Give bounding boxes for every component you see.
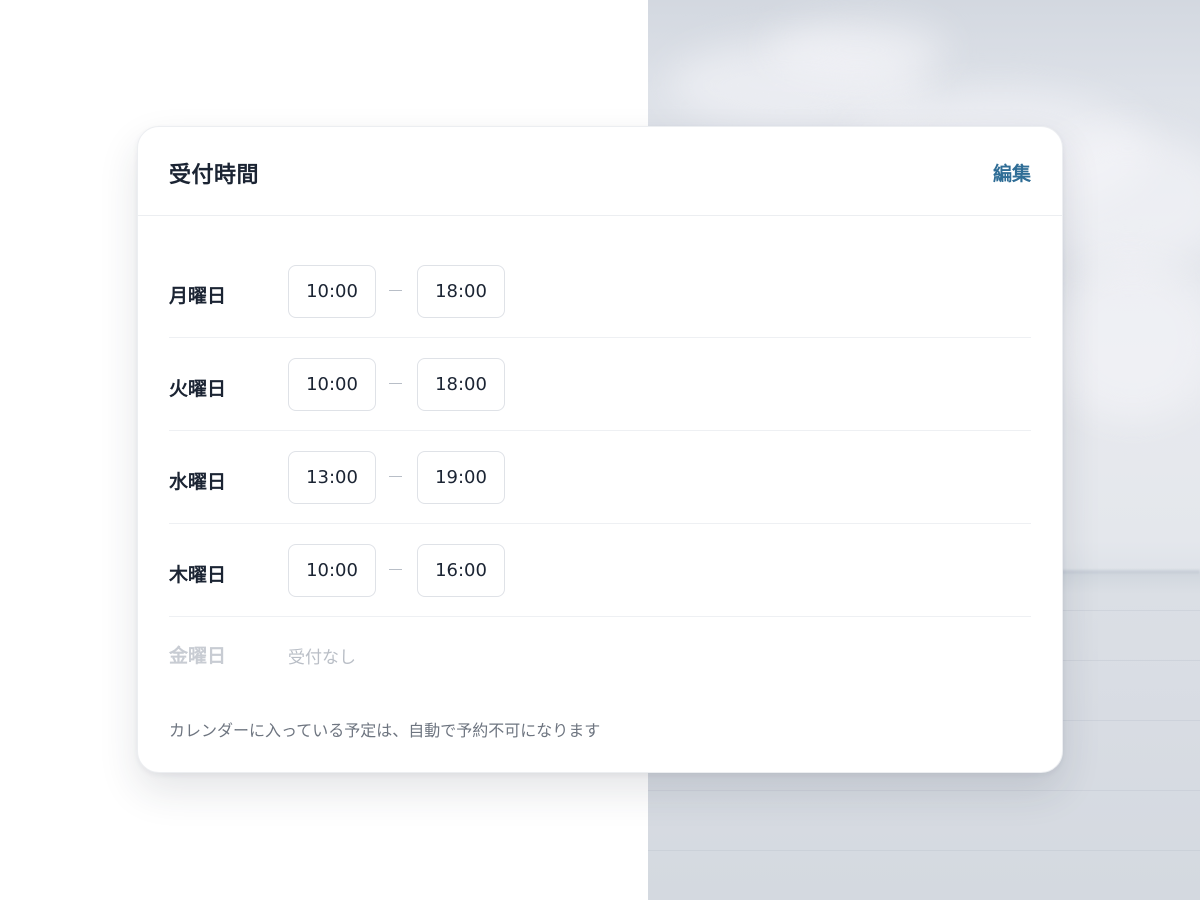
- day-label: 水曜日: [169, 471, 227, 493]
- range-dash: [389, 476, 402, 477]
- schedule-row-friday: 金曜日 受付なし: [169, 617, 1031, 697]
- edit-button[interactable]: 編集: [993, 159, 1031, 186]
- day-label: 木曜日: [169, 564, 227, 586]
- end-time-field[interactable]: 16:00: [417, 544, 505, 597]
- closed-status: 受付なし: [288, 648, 356, 668]
- schedule-row-wednesday: 水曜日 13:00 19:00: [169, 431, 1031, 524]
- day-label: 月曜日: [169, 285, 227, 307]
- range-dash: [389, 569, 402, 570]
- schedule-list: 月曜日 10:00 18:00 火曜日 10:00 18:00 水曜日 13:0…: [169, 245, 1031, 697]
- start-time-field[interactable]: 10:00: [288, 544, 376, 597]
- start-time-field[interactable]: 10:00: [288, 265, 376, 318]
- card-title: 受付時間: [169, 163, 260, 188]
- card-header: 受付時間 編集: [138, 127, 1062, 216]
- day-label: 火曜日: [169, 378, 227, 400]
- day-label: 金曜日: [169, 645, 227, 667]
- end-time-field[interactable]: 19:00: [417, 451, 505, 504]
- end-time-field[interactable]: 18:00: [417, 265, 505, 318]
- business-hours-card: 受付時間 編集 月曜日 10:00 18:00 火曜日 10:00 18:00 …: [137, 126, 1063, 773]
- schedule-row-tuesday: 火曜日 10:00 18:00: [169, 338, 1031, 431]
- page: 受付時間 編集 月曜日 10:00 18:00 火曜日 10:00 18:00 …: [0, 0, 1200, 900]
- end-time-field[interactable]: 18:00: [417, 358, 505, 411]
- range-dash: [389, 290, 402, 291]
- calendar-note: カレンダーに入っている予定は、自動で予約不可になります: [169, 721, 601, 740]
- schedule-row-thursday: 木曜日 10:00 16:00: [169, 524, 1031, 617]
- range-dash: [389, 383, 402, 384]
- start-time-field[interactable]: 10:00: [288, 358, 376, 411]
- start-time-field[interactable]: 13:00: [288, 451, 376, 504]
- schedule-row-monday: 月曜日 10:00 18:00: [169, 245, 1031, 338]
